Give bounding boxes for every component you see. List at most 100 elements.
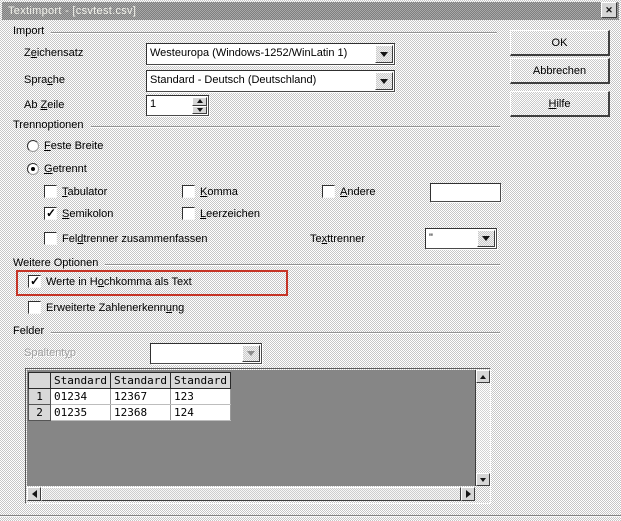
- horizontal-scrollbar-thumb[interactable]: [41, 487, 461, 501]
- text-delimiter-dropdown-button[interactable]: [477, 230, 495, 247]
- separator-group-title: Trennoptionen: [13, 119, 84, 131]
- group-divider: [90, 125, 500, 128]
- arrow-up-icon: [480, 374, 486, 379]
- arrow-left-icon: [31, 490, 37, 498]
- preview-table: Standard Standard Standard 1 01234 12367…: [28, 372, 231, 421]
- comma-checkbox[interactable]: [182, 185, 195, 198]
- chevron-down-icon: [482, 236, 490, 241]
- delimited-radio[interactable]: [27, 163, 39, 175]
- corner-cell[interactable]: [28, 372, 51, 389]
- from-row-value: 1: [150, 98, 157, 110]
- arrow-right-icon: [465, 490, 471, 498]
- detect-numbers-checkbox[interactable]: [28, 301, 41, 314]
- chevron-down-icon: [380, 51, 388, 57]
- quoted-as-text-label[interactable]: Werte in Hochkomma als Text: [46, 276, 192, 289]
- titlebar[interactable]: Textimport - [csvtest.csv]: [2, 2, 619, 20]
- table-cell[interactable]: 12367: [110, 388, 171, 405]
- fields-group-header: Felder: [13, 325, 500, 338]
- table-cell[interactable]: 123: [170, 388, 231, 405]
- merge-delimiters-checkbox[interactable]: [44, 232, 57, 245]
- separator-group-header: Trennoptionen: [13, 119, 500, 132]
- ok-button-label: OK: [551, 36, 568, 49]
- from-row-label: Ab Zeile: [24, 99, 65, 111]
- chevron-down-icon: [247, 351, 255, 356]
- scroll-left-button[interactable]: [27, 487, 41, 501]
- column-header[interactable]: Standard: [109, 372, 171, 389]
- semicolon-label[interactable]: Semikolon: [62, 208, 113, 221]
- cancel-button-label: Abbrechen: [532, 64, 587, 77]
- column-type-select: [150, 343, 262, 364]
- comma-label[interactable]: Komma: [200, 186, 238, 199]
- stepper-down-button[interactable]: [192, 105, 207, 114]
- table-header-row: Standard Standard Standard: [28, 372, 231, 389]
- import-group-header: Import: [13, 25, 497, 38]
- language-select[interactable]: Standard - Deutsch (Deutschland): [146, 70, 395, 92]
- scroll-right-button[interactable]: [461, 487, 475, 501]
- text-delimiter-select[interactable]: ": [425, 228, 497, 249]
- charset-select[interactable]: Westeuropa (Windows-1252/WinLatin 1): [146, 43, 395, 65]
- table-cell[interactable]: 12368: [110, 404, 171, 421]
- stepper-up-button[interactable]: [192, 97, 207, 106]
- cancel-button[interactable]: Abbrechen: [510, 58, 610, 84]
- merge-delimiters-label[interactable]: Feldtrenner zusammenfassen: [62, 233, 208, 246]
- other-options-group-title: Weitere Optionen: [13, 257, 99, 269]
- ok-button[interactable]: OK: [510, 30, 610, 56]
- scroll-down-button[interactable]: [476, 473, 490, 486]
- charset-label: Zeichensatz: [24, 47, 84, 59]
- arrow-up-icon: [196, 99, 203, 104]
- row-number[interactable]: 2: [28, 404, 51, 421]
- stepper-buttons: [192, 97, 207, 114]
- column-type-dropdown-button: [242, 345, 260, 362]
- vertical-scrollbar[interactable]: [476, 370, 490, 486]
- space-checkbox[interactable]: [182, 207, 195, 220]
- horizontal-scrollbar[interactable]: [27, 487, 475, 501]
- textimport-dialog: Textimport - [csvtest.csv] ✕ OK Abbreche…: [0, 0, 621, 521]
- import-group-title: Import: [13, 25, 45, 37]
- language-dropdown-button[interactable]: [375, 72, 393, 90]
- charset-dropdown-button[interactable]: [375, 45, 393, 63]
- row-number[interactable]: 1: [28, 388, 51, 405]
- delimited-label[interactable]: Getrennt: [44, 163, 87, 176]
- arrow-down-icon: [480, 477, 486, 482]
- text-delimiter-label: Texttrenner: [310, 233, 366, 245]
- preview-grid-area: Standard Standard Standard 1 01234 12367…: [27, 370, 476, 486]
- other-separator-input[interactable]: [430, 183, 501, 202]
- from-row-stepper[interactable]: 1: [146, 95, 209, 116]
- arrow-down-icon: [196, 107, 203, 112]
- table-cell[interactable]: 01234: [50, 388, 111, 405]
- help-button[interactable]: Hilfe: [510, 91, 610, 117]
- text-delimiter-value: ": [429, 232, 433, 244]
- column-type-label: Spaltentyp: [24, 347, 76, 359]
- column-header[interactable]: Standard: [169, 372, 231, 389]
- other-options-group-header: Weitere Optionen: [13, 257, 500, 270]
- semicolon-checkbox[interactable]: [44, 206, 57, 220]
- preview-table-container: Standard Standard Standard 1 01234 12367…: [25, 368, 491, 504]
- quoted-as-text-checkbox[interactable]: [28, 274, 41, 288]
- tab-label[interactable]: Tabulator: [62, 186, 107, 199]
- fields-group-title: Felder: [13, 325, 45, 337]
- window-title: Textimport - [csvtest.csv]: [8, 5, 137, 17]
- group-divider: [51, 31, 497, 34]
- table-cell[interactable]: 01235: [50, 404, 111, 421]
- group-divider: [105, 263, 500, 266]
- column-type-value: [151, 344, 241, 363]
- column-header[interactable]: Standard: [50, 372, 111, 389]
- other-checkbox[interactable]: [322, 185, 335, 198]
- tab-checkbox[interactable]: [44, 185, 57, 198]
- other-label[interactable]: Andere: [340, 186, 375, 199]
- fixed-width-label[interactable]: Feste Breite: [44, 140, 103, 153]
- help-button-label: Hilfe: [548, 97, 571, 110]
- close-icon: ✕: [605, 5, 613, 15]
- space-label[interactable]: Leerzeichen: [200, 208, 260, 221]
- window-bottom-border-highlight: [0, 516, 621, 517]
- language-label: Sprache: [24, 74, 65, 86]
- fixed-width-radio[interactable]: [27, 140, 39, 152]
- detect-numbers-label[interactable]: Erweiterte Zahlenerkennung: [46, 302, 184, 315]
- scroll-up-button[interactable]: [476, 370, 490, 383]
- group-divider: [51, 331, 500, 334]
- charset-value: Westeuropa (Windows-1252/WinLatin 1): [150, 47, 348, 59]
- language-value: Standard - Deutsch (Deutschland): [150, 74, 317, 86]
- close-button[interactable]: ✕: [601, 2, 617, 18]
- table-row: 1 01234 12367 123: [28, 388, 231, 405]
- table-cell[interactable]: 124: [170, 404, 231, 421]
